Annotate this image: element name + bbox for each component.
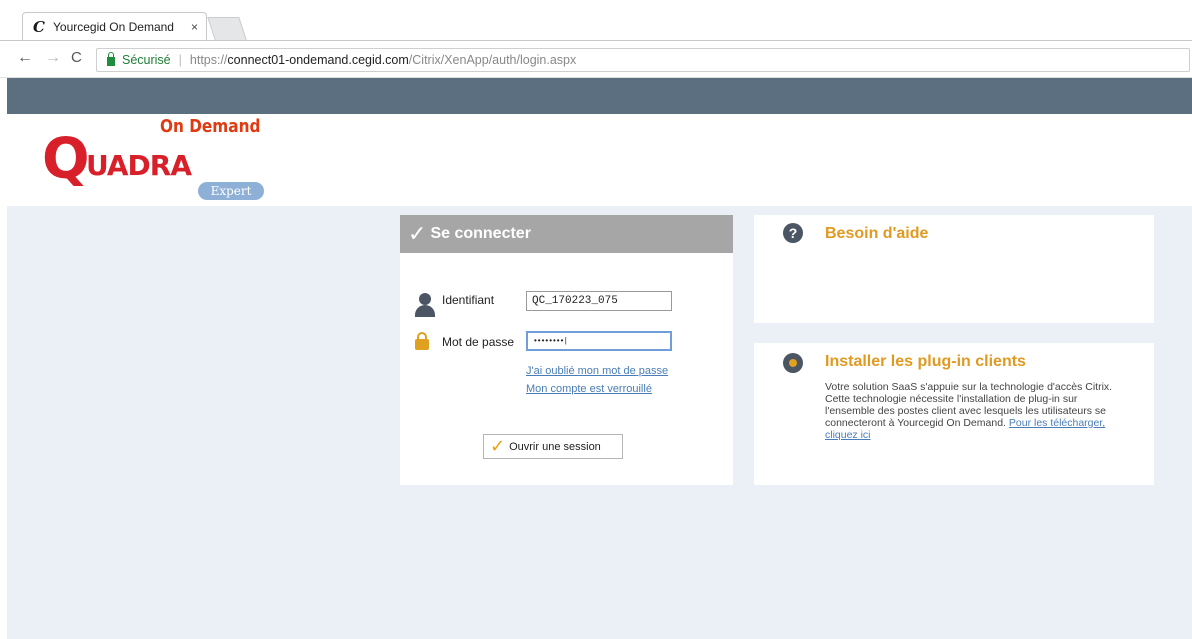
plugin-description: Votre solution SaaS s'appuie sur la tech… (825, 381, 1130, 441)
open-session-button[interactable]: ✓ Ouvrir une session (483, 434, 623, 459)
checkmark-icon: ✓ (490, 436, 506, 456)
back-arrow-icon[interactable]: ← (17, 49, 33, 67)
password-input[interactable] (526, 331, 672, 351)
login-panel: ✓ Se connecter Identifiant Mot de passe … (400, 215, 733, 485)
login-title: Se connecter (430, 225, 531, 242)
logo-on-demand: On Demand (160, 116, 261, 137)
plugin-text-line1: Votre solution SaaS s'appuie sur la tech… (825, 381, 1113, 393)
account-locked-link[interactable]: Mon compte est verrouillé (526, 383, 652, 395)
url-host: connect01-ondemand.cegid.com (227, 53, 409, 67)
secure-label: Sécurisé (122, 53, 171, 67)
address-bar[interactable]: Sécurisé | https://connect01-ondemand.ce… (96, 48, 1190, 72)
logo-uadra: UADRA (86, 149, 192, 182)
forgot-password-link[interactable]: J'ai oublié mon mot de passe (526, 365, 668, 377)
omnibox-separator: | (178, 53, 182, 67)
browser-toolbar: ← → C Sécurisé | https://connect01-ondem… (0, 40, 1192, 78)
help-title: Besoin d'aide (825, 225, 929, 242)
plugin-title: Installer les plug-in clients (825, 353, 1026, 370)
logo-expert-badge: Expert (198, 182, 264, 200)
user-icon (415, 293, 435, 317)
logo-q: Q (42, 127, 90, 192)
plugin-install-icon (783, 353, 803, 373)
tab-title: Yourcegid On Demand (53, 19, 174, 34)
top-banner (7, 78, 1192, 114)
password-label: Mot de passe (442, 335, 515, 349)
lock-icon (107, 51, 115, 66)
checkmark-icon: ✓ (408, 221, 427, 246)
open-session-label: Ouvrir une session (509, 440, 601, 453)
cegid-favicon-icon: C (33, 17, 45, 36)
browser-tabstrip: C Yourcegid On Demand × (0, 0, 1192, 40)
login-header: ✓ Se connecter (400, 215, 733, 253)
url-scheme: https:// (189, 53, 228, 67)
help-panel: ? Besoin d'aide (754, 215, 1154, 323)
help-question-icon: ? (783, 223, 803, 243)
identifiant-input[interactable] (526, 291, 672, 311)
reload-icon[interactable]: C (71, 49, 82, 66)
padlock-icon (415, 332, 429, 350)
page-root: C Yourcegid On Demand × ← → C Sécurisé |… (0, 0, 1192, 639)
url-path: /Citrix/XenApp/auth/login.aspx (408, 53, 577, 67)
new-tab-button[interactable] (207, 17, 247, 40)
tab-close-icon[interactable]: × (191, 20, 198, 34)
plugin-panel: Installer les plug-in clients Votre solu… (754, 343, 1154, 485)
forward-arrow-icon[interactable]: → (45, 49, 61, 67)
identifiant-label: Identifiant (442, 293, 495, 307)
quadra-logo: Q UADRA On Demand Expert (40, 116, 280, 202)
browser-tab[interactable]: C Yourcegid On Demand × (22, 12, 207, 40)
